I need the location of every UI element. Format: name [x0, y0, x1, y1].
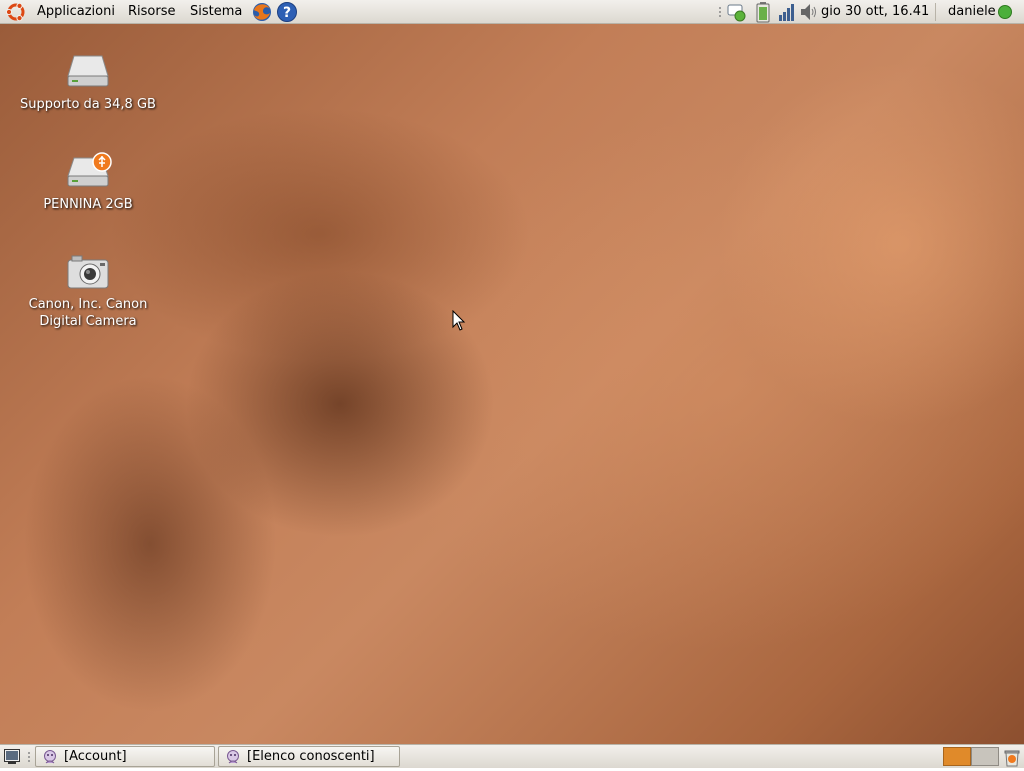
menu-applicazioni[interactable]: Applicazioni: [37, 4, 115, 19]
mouse-pointer-icon: [452, 310, 466, 331]
menu-sistema[interactable]: Sistema: [190, 4, 242, 19]
user-menu[interactable]: daniele: [948, 4, 996, 19]
bottom-panel: [Account] [Elenco conoscenti]: [0, 744, 1024, 768]
trash-icon[interactable]: [1002, 747, 1022, 771]
desktop-icon-usb[interactable]: PENNINA 2GB: [8, 152, 168, 213]
clock[interactable]: gio 30 ott, 16.41: [821, 4, 929, 19]
panel-divider: [935, 3, 936, 21]
tray-handle-icon: [718, 6, 722, 22]
workspace-2[interactable]: [971, 747, 999, 766]
usb-drive-icon: [64, 152, 112, 192]
taskbar-window-label: [Account]: [64, 749, 127, 764]
hard-drive-icon: [64, 52, 112, 92]
show-desktop-icon[interactable]: [3, 747, 21, 769]
desktop-icon-label: PENNINA 2GB: [43, 197, 133, 212]
taskbar-window-label: [Elenco conoscenti]: [247, 749, 375, 764]
desktop-icon-label: Canon, Inc. Canon Digital Camera: [28, 297, 148, 329]
desktop-icon-camera[interactable]: Canon, Inc. Canon Digital Camera: [8, 252, 168, 330]
taskbar-window-account[interactable]: [Account]: [35, 746, 215, 767]
desktop-icon-label: Supporto da 34,8 GB: [20, 97, 156, 112]
workspace-1[interactable]: [943, 747, 971, 766]
top-panel: Applicazioni Risorse Sistema ? gio 30 ot…: [0, 0, 1024, 24]
svg-text:?: ?: [283, 5, 291, 21]
taskbar-window-buddy-list[interactable]: [Elenco conoscenti]: [218, 746, 400, 767]
window-list-handle-icon: [27, 751, 31, 767]
desktop-icon-volume[interactable]: Supporto da 34,8 GB: [8, 52, 168, 113]
menu-risorse[interactable]: Risorse: [128, 4, 176, 19]
desktop[interactable]: Supporto da 34,8 GB PENNINA 2GB Canon, I…: [0, 24, 1024, 744]
camera-icon: [64, 252, 112, 292]
online-status-icon[interactable]: [997, 4, 1013, 24]
